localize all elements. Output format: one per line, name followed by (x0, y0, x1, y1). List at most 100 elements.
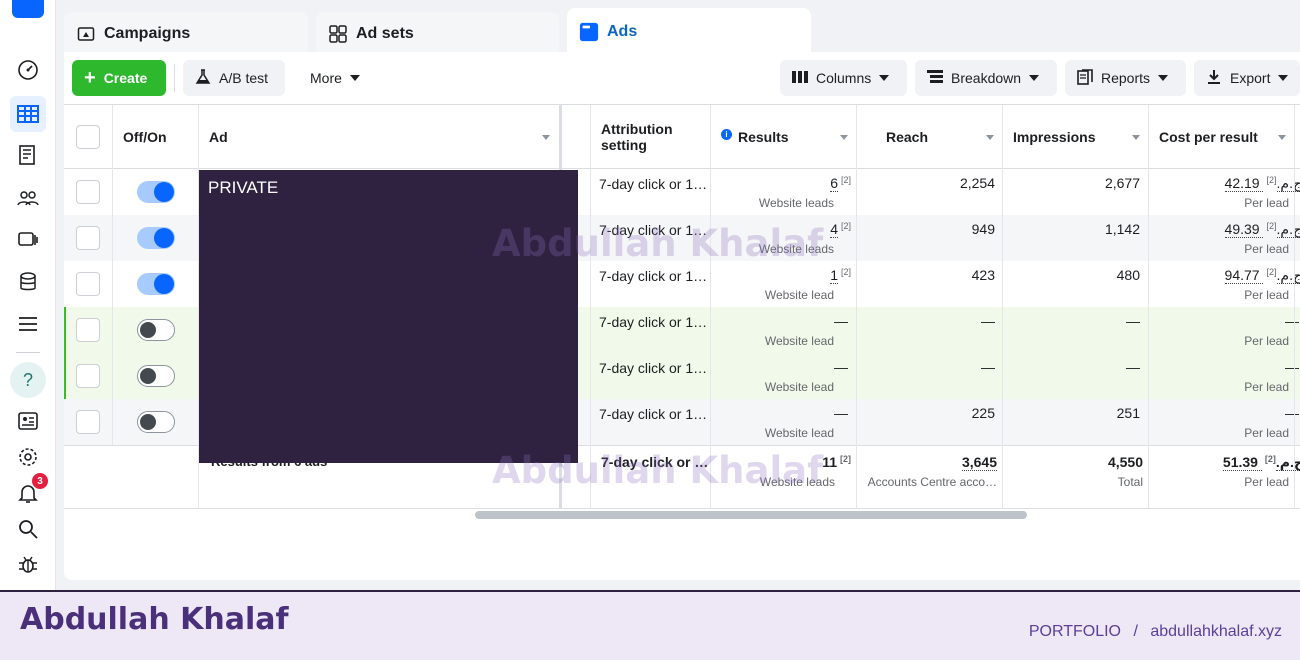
attribution-cell: 7-day click or 1… (599, 406, 708, 422)
footnote-link[interactable]: [2] (841, 267, 851, 277)
reach-cell: — (981, 359, 995, 375)
site-link[interactable]: abdullahkhalaf.xyz (1150, 623, 1282, 640)
breakdown-button[interactable]: Breakdown (915, 60, 1057, 96)
footnote-link[interactable]: [2] (1266, 175, 1276, 185)
footnote-link[interactable]: [2] (1265, 454, 1276, 464)
cpr-value: — (1285, 359, 1299, 375)
reports-icon (1077, 68, 1093, 88)
grid-icon (328, 24, 348, 44)
summary-results: 11 [2] (721, 454, 851, 470)
toolbar-divider (174, 64, 175, 92)
summary-results-sub: Website leads (759, 475, 835, 489)
attribution-cell: 7-day click or 1… (599, 360, 708, 376)
cost-per-result-cell: — (1159, 313, 1300, 329)
sort-caret-icon[interactable] (840, 135, 848, 140)
more-button[interactable]: More (298, 60, 370, 96)
campaigns-table-icon[interactable] (10, 96, 46, 132)
sort-caret-icon[interactable] (542, 135, 550, 140)
export-label: Export (1230, 70, 1271, 86)
cost-per-result-cell: 42.19 ج.م.[2] (1159, 175, 1300, 192)
header-results[interactable]: i Results (721, 105, 851, 168)
delivery-toggle[interactable] (137, 227, 175, 249)
tab-ad-sets[interactable]: Ad sets (316, 12, 559, 56)
portfolio-link[interactable]: PORTFOLIO (1029, 623, 1121, 640)
header-cost-per-result[interactable]: Cost per result (1159, 105, 1289, 168)
help-icon[interactable]: ? (10, 362, 46, 398)
search-icon[interactable] (10, 511, 46, 547)
billing-icon[interactable] (10, 264, 46, 300)
footnote-link[interactable]: [2] (1266, 267, 1276, 277)
columns-label: Columns (816, 70, 872, 86)
row-checkbox[interactable] (76, 318, 100, 342)
delivery-toggle[interactable] (137, 319, 175, 341)
summary-cpr-value: 51.39 ج.م. (1222, 454, 1300, 471)
header-impressions-label: Impressions (1013, 128, 1096, 145)
row-checkbox[interactable] (76, 364, 100, 388)
row-checkbox[interactable] (76, 226, 100, 250)
summary-results-value: 11 (822, 454, 837, 470)
header-reach-label: Reach (886, 128, 929, 145)
header-reach[interactable]: Reach (886, 105, 1016, 168)
footnote-link[interactable]: [2] (841, 221, 851, 231)
header-off-on[interactable]: Off/On (123, 105, 203, 168)
footnote-link[interactable]: [2] (841, 175, 851, 185)
rail-divider (16, 352, 40, 353)
delivery-toggle[interactable] (137, 273, 175, 295)
creative-icon[interactable] (10, 221, 46, 257)
create-button[interactable]: + Create (72, 60, 166, 96)
audiences-icon[interactable] (10, 180, 46, 216)
info-icon[interactable]: i (721, 129, 732, 140)
header-attribution[interactable]: Attribution setting (601, 105, 711, 168)
reports-label: Reports (1101, 70, 1151, 86)
tab-campaigns[interactable]: Campaigns (64, 12, 308, 56)
columns-icon (792, 70, 808, 87)
delivery-toggle[interactable] (137, 411, 175, 433)
ab-test-button[interactable]: A/B test (183, 60, 285, 96)
attribution-cell: 7-day click or 1… (599, 176, 708, 192)
cpr-value: 94.77 ج.م. (1224, 267, 1300, 284)
header-impressions[interactable]: Impressions (1013, 105, 1143, 168)
row-checkbox[interactable] (76, 272, 100, 296)
attribution-cell: 7-day click or 1… (599, 268, 708, 284)
chevron-down-icon (879, 75, 890, 81)
impressions-cell: 1,142 (1104, 221, 1140, 237)
results-sub: Website lead (764, 380, 834, 394)
notifications-icon[interactable]: 3 (10, 473, 48, 511)
row-checkbox[interactable] (76, 410, 100, 434)
tab-label: Ad sets (356, 25, 414, 42)
row-checkbox[interactable] (76, 180, 100, 204)
footnote-link[interactable]: [2] (1266, 221, 1276, 231)
settings-icon[interactable] (10, 439, 46, 475)
toggle-knob (140, 322, 156, 338)
columns-button[interactable]: Columns (780, 60, 907, 96)
cpr-value: — (1285, 405, 1299, 421)
results-cell: 4 [2] (721, 221, 851, 238)
delivery-toggle[interactable] (137, 181, 175, 203)
reach-cell: 949 (971, 221, 995, 237)
results-sub: Website lead (764, 288, 834, 302)
column-divider (856, 105, 857, 509)
profile-card-icon[interactable] (10, 403, 46, 439)
pages-icon[interactable] (10, 137, 46, 173)
results-value: 4 (830, 221, 838, 238)
delivery-toggle[interactable] (137, 365, 175, 387)
redacted-ad-names: PRIVATE (199, 170, 578, 463)
horizontal-scrollbar[interactable] (475, 511, 1027, 519)
meta-logo[interactable] (12, 0, 44, 18)
select-all-checkbox[interactable] (76, 125, 100, 149)
cost-per-result-cell: — (1159, 359, 1300, 375)
export-button[interactable]: Export (1194, 60, 1300, 96)
header-off-on-label: Off/On (123, 128, 167, 145)
toggle-knob (140, 368, 156, 384)
cost-per-result-cell: 94.77 ج.م.[2] (1159, 267, 1300, 284)
dashboard-icon[interactable] (10, 52, 46, 88)
footnote-link[interactable]: [2] (840, 454, 851, 464)
sort-caret-icon[interactable] (1278, 135, 1286, 140)
header-ad[interactable]: Ad (209, 105, 559, 168)
tab-ads[interactable]: Ads (567, 8, 811, 56)
reports-button[interactable]: Reports (1065, 60, 1186, 96)
menu-icon[interactable] (10, 306, 46, 342)
bug-icon[interactable] (10, 547, 46, 583)
sort-caret-icon[interactable] (1132, 135, 1140, 140)
sort-caret-icon[interactable] (986, 135, 994, 140)
